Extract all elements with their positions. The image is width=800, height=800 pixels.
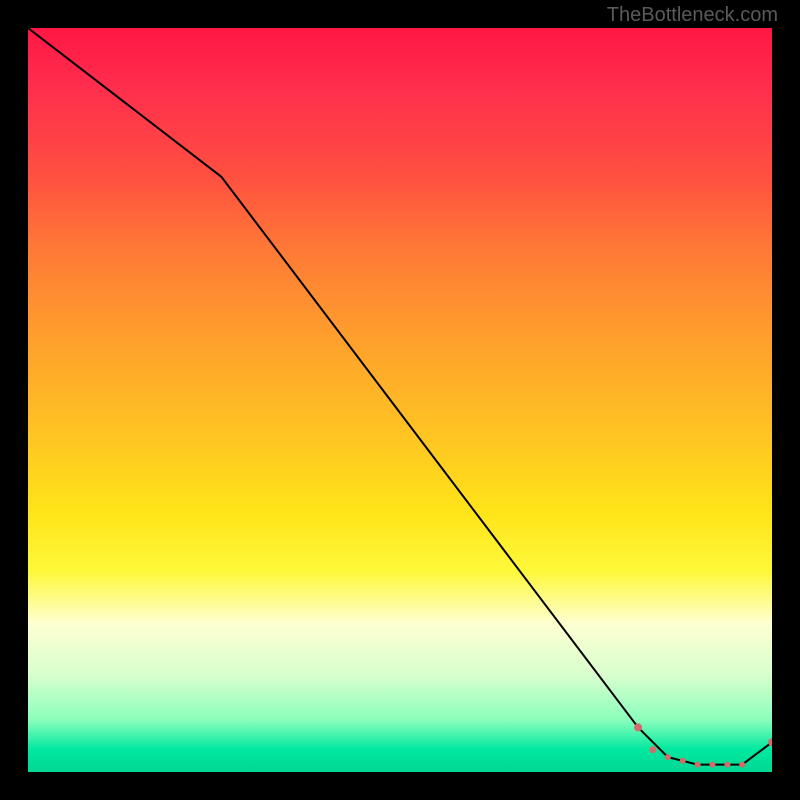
chart-markers-group: [634, 723, 772, 767]
chart-marker: [634, 723, 642, 731]
chart-marker: [650, 746, 657, 753]
chart-plot-area: [28, 28, 772, 772]
chart-marker: [724, 762, 730, 768]
chart-marker: [739, 762, 745, 768]
chart-line-series: [28, 28, 772, 765]
watermark-text: TheBottleneck.com: [607, 4, 778, 27]
chart-marker: [665, 754, 671, 760]
chart-marker: [695, 762, 701, 768]
chart-svg-layer: [28, 28, 772, 772]
chart-marker: [680, 758, 686, 764]
chart-marker: [710, 762, 716, 768]
